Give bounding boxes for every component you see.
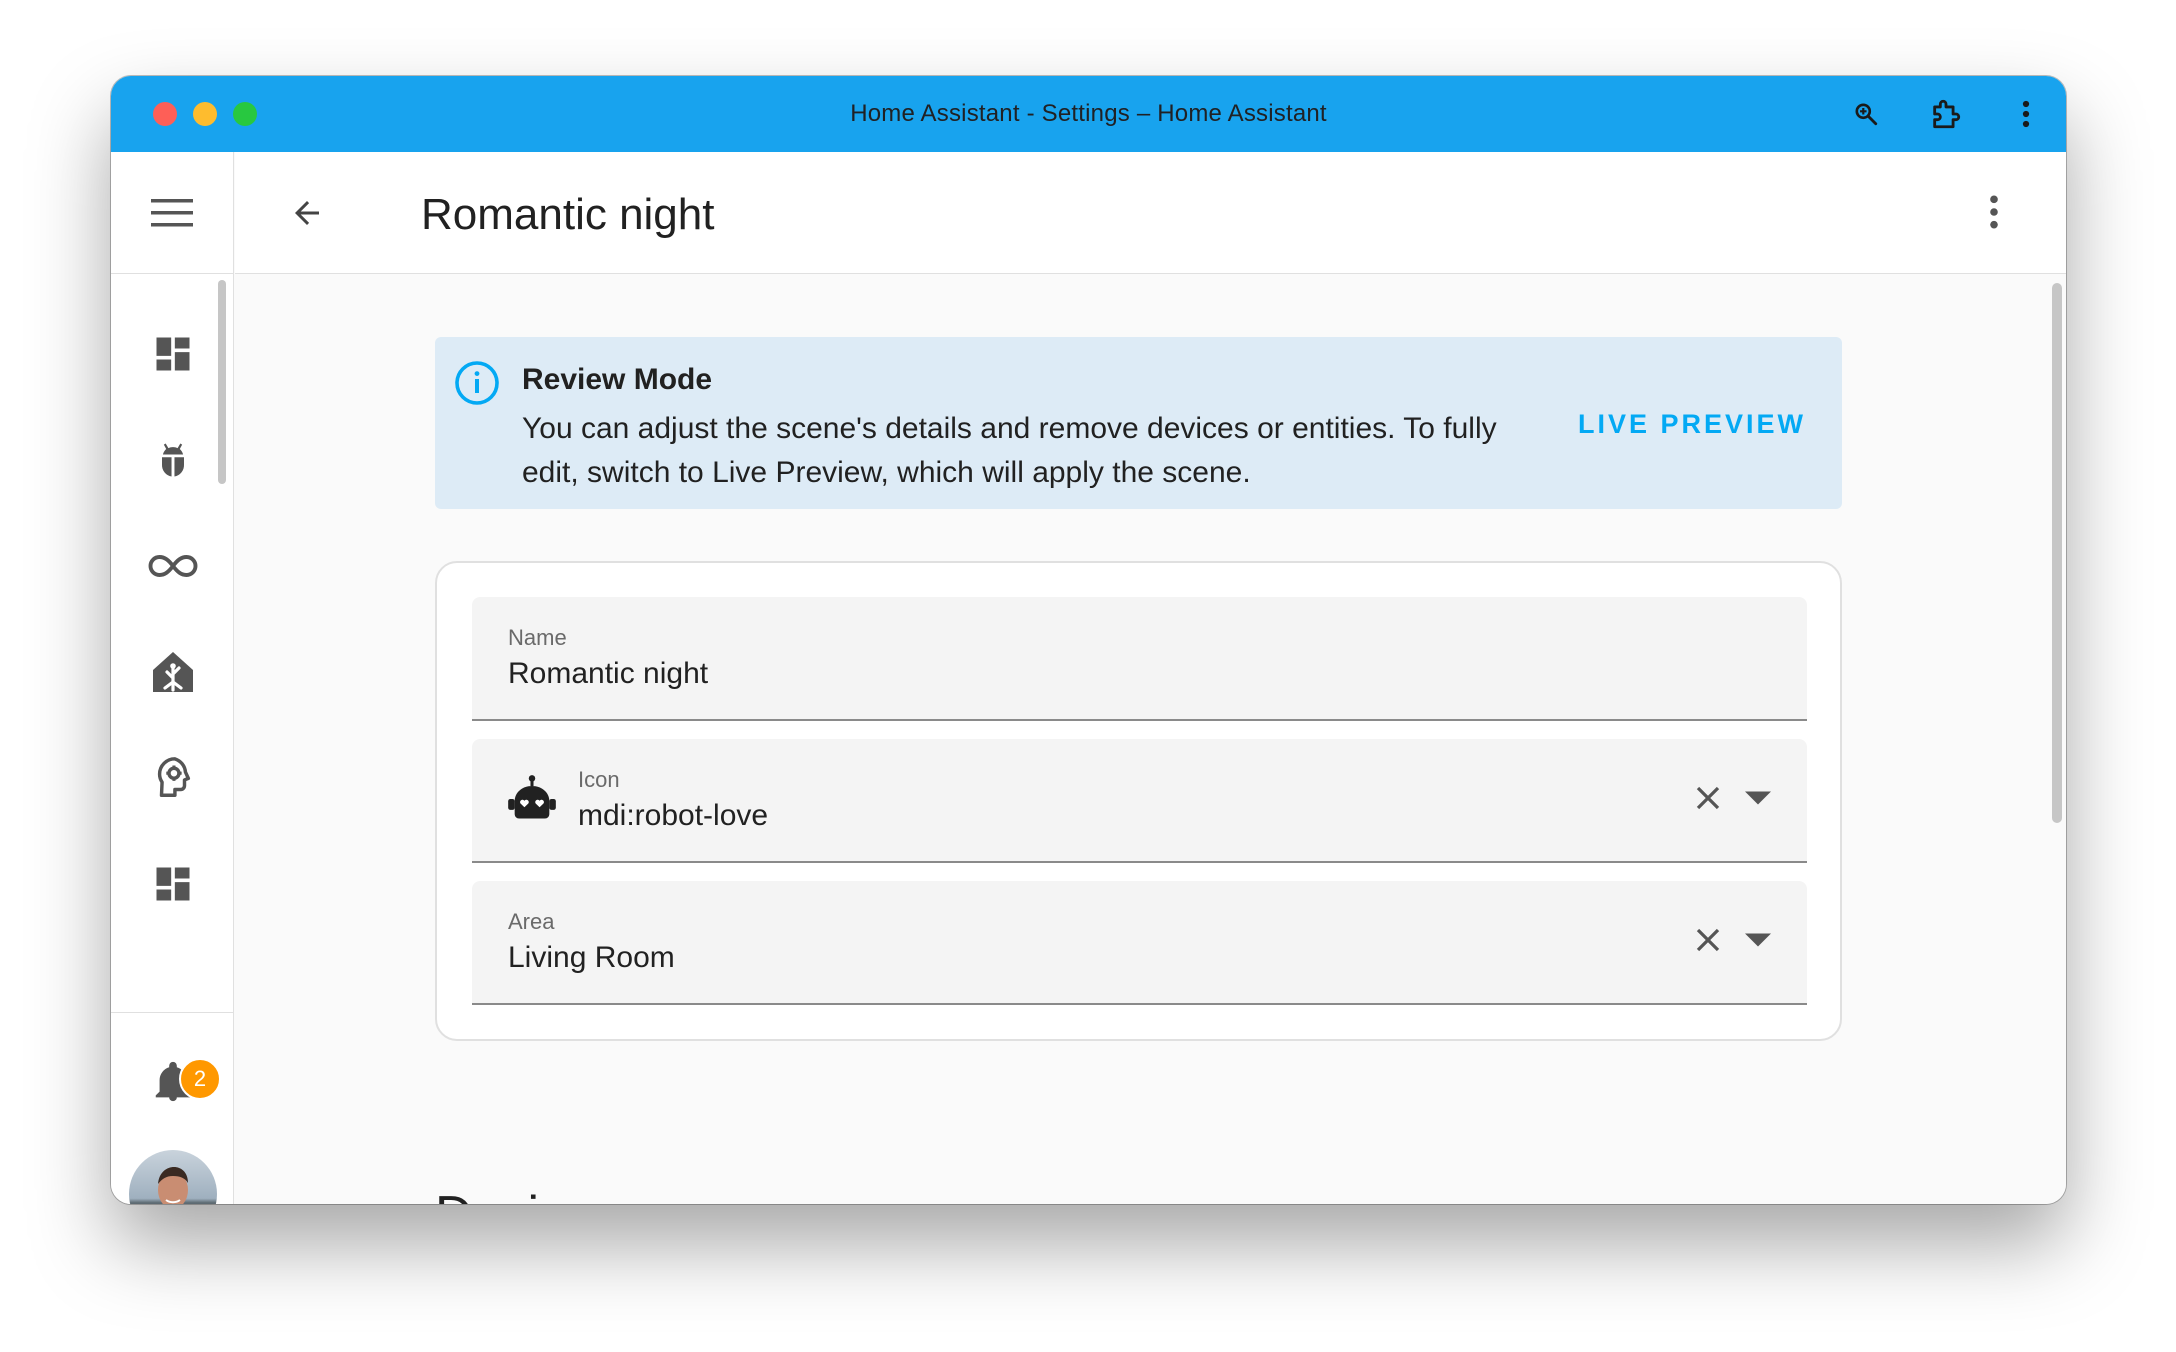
window-title: Home Assistant - Settings – Home Assista… xyxy=(850,100,1327,127)
extension-icon[interactable] xyxy=(1928,96,1964,132)
devices-section-title: Devices xyxy=(435,1185,620,1204)
icon-field[interactable]: Icon mdi:robot-love xyxy=(472,739,1807,863)
title-bar: Home Assistant - Settings – Home Assista… xyxy=(111,76,2066,152)
review-mode-alert: Review Mode You can adjust the scene's d… xyxy=(435,337,1842,509)
sidebar-item-dashboard[interactable] xyxy=(111,844,234,924)
sidebar-item-assist[interactable] xyxy=(111,738,234,818)
kebab-menu-icon xyxy=(1990,195,1998,229)
window-controls xyxy=(153,102,257,126)
kebab-menu-icon[interactable] xyxy=(2008,96,2044,132)
sidebar-divider xyxy=(111,1012,234,1013)
main-scrollbar[interactable] xyxy=(2052,283,2062,823)
sidebar-item-home-assistant[interactable] xyxy=(111,632,234,712)
home-assistant-icon xyxy=(152,652,193,692)
name-label: Name xyxy=(508,625,567,650)
area-field[interactable]: Area Living Room xyxy=(472,881,1807,1005)
sidebar-item-overview[interactable] xyxy=(111,314,234,394)
clear-icon[interactable] xyxy=(1693,925,1723,955)
user-avatar[interactable] xyxy=(129,1150,217,1204)
robot-love-icon xyxy=(508,775,556,819)
app-window: Home Assistant - Settings – Home Assista… xyxy=(111,76,2066,1204)
scene-details-card: Name Romantic night Icon mdi:robot-love … xyxy=(435,561,1842,1041)
sidebar-item-automations[interactable] xyxy=(111,526,234,606)
icon-value: mdi:robot-love xyxy=(578,799,769,832)
main-content: Review Mode You can adjust the scene's d… xyxy=(235,275,2066,1204)
infinity-icon xyxy=(148,555,197,577)
name-value: Romantic night xyxy=(508,657,709,690)
notification-count-badge: 2 xyxy=(179,1058,221,1100)
alert-title: Review Mode xyxy=(522,363,713,396)
sidebar-menu-button[interactable] xyxy=(111,152,233,274)
zoom-icon[interactable] xyxy=(1848,96,1884,132)
sidebar: 2 xyxy=(111,152,234,1204)
close-window-button[interactable] xyxy=(153,102,177,126)
arrow-left-icon xyxy=(295,201,319,225)
back-button[interactable] xyxy=(287,193,327,233)
area-label: Area xyxy=(508,909,555,934)
head-cog-icon xyxy=(157,757,190,797)
live-preview-button[interactable]: LIVE PREVIEW xyxy=(1578,409,1806,440)
hamburger-menu-icon xyxy=(151,198,193,226)
dropdown-arrow-icon[interactable] xyxy=(1745,791,1771,805)
name-field[interactable]: Name Romantic night xyxy=(472,597,1807,721)
sidebar-item-debug[interactable] xyxy=(111,420,234,500)
page-toolbar: Romantic night xyxy=(235,152,2066,274)
info-icon xyxy=(455,361,499,405)
maximize-window-button[interactable] xyxy=(233,102,257,126)
clear-icon[interactable] xyxy=(1693,783,1723,813)
page-title: Romantic night xyxy=(421,190,715,239)
alert-message: You can adjust the scene's details and r… xyxy=(522,412,1497,489)
area-value: Living Room xyxy=(508,941,675,974)
dashboard-icon xyxy=(156,867,189,901)
overflow-menu-button[interactable] xyxy=(1982,190,2006,234)
minimize-window-button[interactable] xyxy=(193,102,217,126)
icon-label: Icon xyxy=(578,767,620,792)
dropdown-arrow-icon[interactable] xyxy=(1745,933,1771,947)
dashboard-icon xyxy=(156,337,189,371)
bug-icon xyxy=(161,443,184,477)
